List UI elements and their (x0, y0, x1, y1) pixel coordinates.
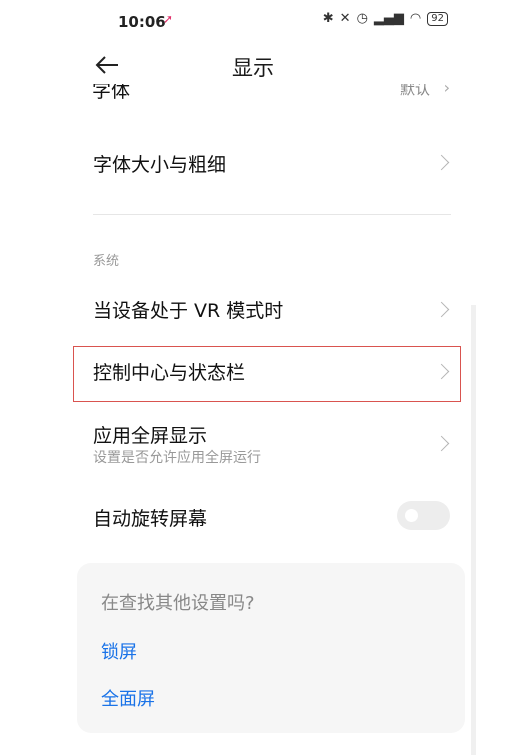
status-time: 10:06 (118, 13, 166, 31)
row-value: 默认 (399, 84, 430, 98)
scrollbar[interactable] (471, 305, 476, 755)
battery-icon: 92 (427, 11, 448, 26)
chevron-right-icon (433, 301, 450, 318)
row-subtitle: 设置是否允许应用全屏运行 (93, 450, 261, 466)
alarm-icon: ◷ (356, 11, 368, 26)
chevron-right-icon (433, 154, 450, 171)
suggestion-link-lockscreen[interactable]: 锁屏 (101, 638, 137, 664)
settings-row-font-size[interactable]: 字体大小与粗细 (0, 140, 470, 184)
bluetooth-icon: ✱ (322, 11, 334, 26)
settings-row-vr-mode[interactable]: 当设备处于 VR 模式时 (0, 288, 470, 332)
auto-rotate-toggle[interactable] (397, 501, 450, 530)
settings-row-font[interactable]: 字体 默认 › (0, 84, 506, 108)
signal-icon: ▂▄▆ (373, 11, 404, 26)
highlight-box (73, 346, 461, 402)
divider (93, 214, 451, 215)
page-title: 显示 (232, 56, 274, 80)
toggle-knob (405, 509, 418, 522)
chevron-right-icon (433, 435, 450, 452)
notification-icon: ➚ (163, 12, 174, 26)
status-icons: ✱ ✕ ◷ ▂▄▆ ◠ 92 (323, 11, 448, 26)
mute-icon: ✕ (339, 11, 351, 26)
section-title: 系统 (93, 254, 120, 269)
status-bar: 10:06 ➚ ✱ ✕ ◷ ▂▄▆ ◠ 92 (0, 0, 506, 44)
wifi-icon: ◠ (409, 11, 422, 26)
row-label: 字体 (92, 84, 131, 102)
chevron-right-icon: › (443, 84, 450, 97)
row-label: 字体大小与粗细 (93, 154, 227, 176)
settings-row-fullscreen-apps[interactable]: 应用全屏显示 设置是否允许应用全屏运行 (0, 418, 470, 474)
row-label: 自动旋转屏幕 (93, 508, 208, 530)
row-label: 应用全屏显示 (93, 425, 208, 447)
suggestion-link-fullscreen[interactable]: 全面屏 (101, 685, 155, 711)
row-label: 当设备处于 VR 模式时 (93, 300, 284, 322)
suggestion-question: 在查找其他设置吗? (101, 593, 255, 614)
